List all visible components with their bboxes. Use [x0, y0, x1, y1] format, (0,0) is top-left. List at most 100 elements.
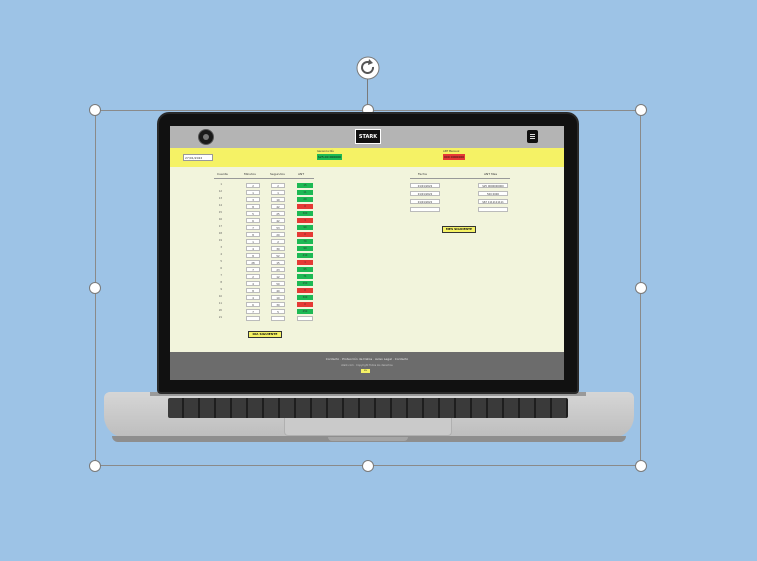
- minutes-input[interactable]: 1: [246, 190, 260, 195]
- stat-monthly-label: ANT Mensual: [443, 150, 460, 153]
- header-divider: [410, 178, 510, 179]
- footer-links[interactable]: Contacto · Protección de Datos · Aviso L…: [170, 357, 564, 361]
- footer-badge[interactable]: ES: [361, 369, 370, 373]
- minutes-input[interactable]: 4: [246, 246, 260, 251]
- row-label: 4: [220, 253, 222, 256]
- minutes-input[interactable]: 7: [246, 309, 260, 314]
- daily-table-header: Cuenta: [217, 172, 228, 176]
- minutes-input[interactable]: 7: [246, 267, 260, 272]
- seconds-input[interactable]: 1: [271, 190, 285, 195]
- minutes-input[interactable]: 28: [246, 260, 260, 265]
- header-divider: [214, 178, 314, 179]
- laptop-screen: STARK 27/01/2022 Ganancia Día $25.00 000…: [170, 126, 564, 380]
- seconds-input[interactable]: 10: [271, 197, 285, 202]
- next-day-button[interactable]: DIA SIGUIENTE: [248, 331, 282, 338]
- resize-handle-right[interactable]: [635, 282, 647, 294]
- monthly-table-header: ANT Mes: [484, 172, 498, 176]
- minutes-input[interactable]: 2: [246, 183, 260, 188]
- ant-cell: 71: [297, 274, 313, 279]
- minutes-input[interactable]: 2: [246, 274, 260, 279]
- seconds-input[interactable]: 20: [271, 232, 285, 237]
- minutes-input[interactable]: 4: [246, 295, 260, 300]
- laptop-keyboard: [168, 398, 568, 418]
- date-input[interactable]: 27/01/2022: [183, 154, 213, 161]
- rotate-icon[interactable]: [354, 54, 382, 82]
- seconds-input[interactable]: 10: [271, 295, 285, 300]
- seconds-input[interactable]: 15: [271, 260, 285, 265]
- seconds-input[interactable]: 42: [271, 218, 285, 223]
- site-navbar: STARK: [170, 126, 564, 148]
- seconds-input[interactable]: 30: [271, 302, 285, 307]
- ant-cell[interactable]: [297, 316, 313, 321]
- seconds-input[interactable]: [271, 316, 285, 321]
- menu-icon[interactable]: [527, 130, 538, 143]
- ant-cell: 70: [297, 239, 313, 244]
- seconds-input[interactable]: 50: [271, 281, 285, 286]
- resize-handle-top-left[interactable]: [89, 104, 101, 116]
- minutes-input[interactable]: 5: [246, 211, 260, 216]
- next-month-button[interactable]: MES SIGUIENTE: [442, 226, 476, 233]
- stat-daily-value: $25.00 000000: [317, 154, 342, 160]
- minutes-input[interactable]: 1: [246, 239, 260, 244]
- ant-cell: 250: [297, 281, 313, 286]
- resize-handle-top-right[interactable]: [635, 104, 647, 116]
- seconds-input[interactable]: 25: [271, 211, 285, 216]
- row-label: 5: [220, 260, 222, 263]
- minutes-input[interactable]: [246, 316, 260, 321]
- seconds-input[interactable]: 23: [271, 267, 285, 272]
- row-label: 19: [218, 239, 222, 242]
- ant-cell: 1: [297, 260, 313, 265]
- minutes-input[interactable]: 8: [246, 232, 260, 237]
- row-label: 10: [218, 295, 222, 298]
- ant-cell: 0: [297, 204, 313, 209]
- minutes-input[interactable]: 6: [246, 302, 260, 307]
- row-label: 9: [220, 288, 222, 291]
- ant-cell: 15: [297, 183, 313, 188]
- ant-cell: 95: [297, 267, 313, 272]
- row-label: 18: [218, 232, 222, 235]
- brand-logo[interactable]: STARK: [355, 129, 381, 144]
- minutes-input[interactable]: 8: [246, 204, 260, 209]
- ant-cell: 90: [297, 225, 313, 230]
- row-label: 12: [218, 190, 222, 193]
- daily-table-header: ANT: [298, 172, 305, 176]
- minutes-input[interactable]: 8: [246, 288, 260, 293]
- seconds-input[interactable]: 12: [271, 274, 285, 279]
- ant-cell: 1: [297, 218, 313, 223]
- site-logo-icon[interactable]: [198, 129, 214, 145]
- seconds-input[interactable]: 53: [271, 225, 285, 230]
- ant-cell: 20: [297, 197, 313, 202]
- daily-table-header: Minutos: [244, 172, 256, 176]
- seconds-input[interactable]: 30: [271, 246, 285, 251]
- minutes-input[interactable]: 6: [246, 218, 260, 223]
- month-value-cell[interactable]: [478, 207, 508, 212]
- ant-cell: 99: [297, 246, 313, 251]
- monthly-table-header: Fecha: [418, 172, 427, 176]
- resize-handle-bottom[interactable]: [362, 460, 374, 472]
- row-label: 15: [218, 211, 222, 214]
- seconds-input[interactable]: 52: [271, 253, 285, 258]
- seconds-input[interactable]: 2: [271, 183, 285, 188]
- seconds-input[interactable]: 40: [271, 288, 285, 293]
- row-label: 3: [220, 246, 222, 249]
- minutes-input[interactable]: 3: [246, 197, 260, 202]
- stat-monthly-value: 000 0000000: [443, 154, 466, 160]
- resize-handle-bottom-right[interactable]: [635, 460, 647, 472]
- site-footer: Contacto · Protección de Datos · Aviso L…: [170, 352, 564, 380]
- seconds-input[interactable]: 5: [271, 309, 285, 314]
- stat-daily: Ganancia Día $25.00 000000: [317, 150, 342, 160]
- resize-handle-left[interactable]: [89, 282, 101, 294]
- minutes-input[interactable]: 4: [246, 281, 260, 286]
- stat-daily-label: Ganancia Día: [317, 150, 334, 153]
- row-label: 17: [218, 225, 222, 228]
- minutes-input[interactable]: 8: [246, 253, 260, 258]
- seconds-input[interactable]: 2: [271, 239, 285, 244]
- month-date-cell[interactable]: [410, 207, 440, 212]
- row-label: 1: [220, 183, 222, 186]
- minutes-input[interactable]: 7: [246, 225, 260, 230]
- footer-copyright: stark.com · Copyright Todos los derechos: [341, 364, 393, 367]
- resize-handle-bottom-left[interactable]: [89, 460, 101, 472]
- seconds-input[interactable]: 42: [271, 204, 285, 209]
- daily-table-header: Segundos: [270, 172, 285, 176]
- row-label: 13: [218, 197, 222, 200]
